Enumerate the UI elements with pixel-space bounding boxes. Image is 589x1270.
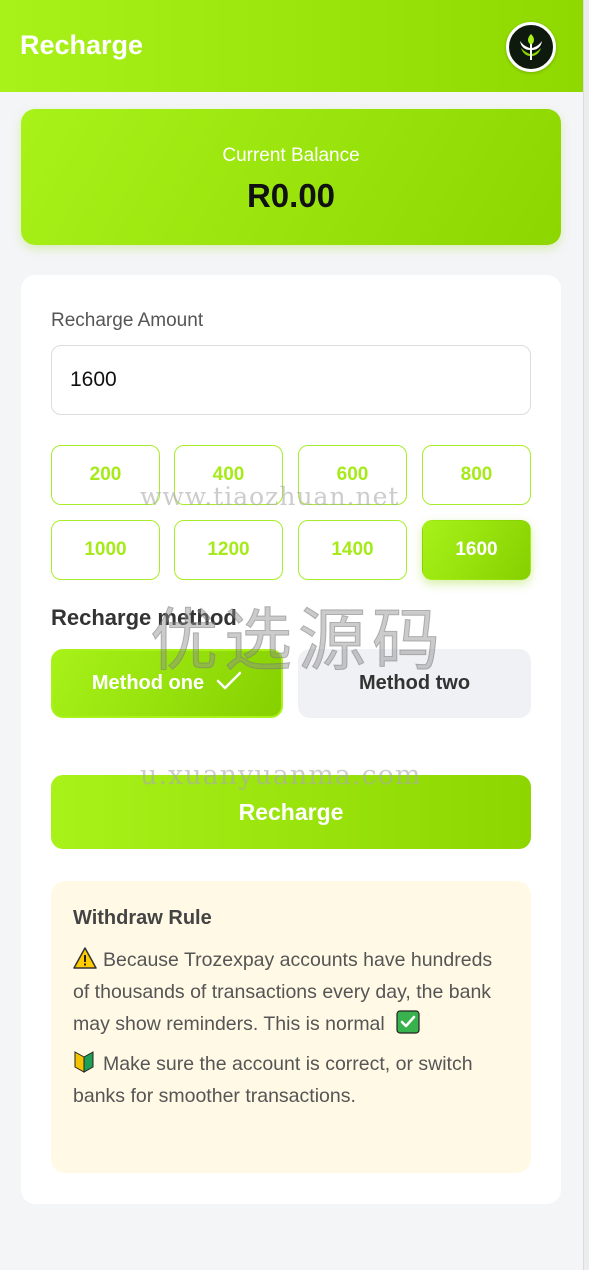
leaf-logo-icon — [506, 22, 556, 72]
method-two-button[interactable]: Method two — [298, 649, 531, 718]
app-header: Recharge — [0, 0, 583, 92]
warning-icon — [73, 946, 97, 970]
rule-line-1: Because Trozexpay accounts have hundreds… — [73, 944, 509, 1040]
checkmark-icon — [216, 671, 242, 697]
amount-option-1200[interactable]: 1200 — [174, 520, 283, 580]
withdraw-rule-box: Withdraw Rule Because Trozexpay accounts… — [51, 881, 531, 1173]
scrollbar[interactable] — [583, 0, 589, 1270]
recharge-method-label: Recharge method — [51, 605, 237, 630]
method-one-button[interactable]: Method one — [51, 649, 283, 718]
beginner-badge-icon — [73, 1050, 97, 1074]
method-one-label: Method one — [91, 672, 205, 694]
amount-option-800[interactable]: 800 — [422, 445, 531, 505]
page-title: Recharge — [20, 30, 144, 60]
rule-line-2: Make sure the account is correct, or swi… — [73, 1048, 509, 1112]
amount-option-200[interactable]: 200 — [51, 445, 160, 505]
recharge-button[interactable]: Recharge — [51, 775, 531, 849]
amount-option-400[interactable]: 400 — [174, 445, 283, 505]
recharge-form-card: Recharge Amount 200 400 600 800 1000 120… — [21, 275, 561, 1204]
recharge-amount-input[interactable] — [51, 345, 531, 415]
balance-label: Current Balance — [222, 145, 360, 166]
check-box-icon — [396, 1010, 420, 1034]
amount-option-1000[interactable]: 1000 — [51, 520, 160, 580]
balance-amount: R0.00 — [246, 177, 336, 214]
amount-option-1400[interactable]: 1400 — [298, 520, 407, 580]
rule-line-2-text: Make sure the account is correct, or swi… — [73, 1053, 473, 1107]
recharge-amount-label: Recharge Amount — [51, 310, 204, 331]
withdraw-rule-title: Withdraw Rule — [73, 907, 212, 929]
amount-option-1600[interactable]: 1600 — [422, 520, 531, 580]
rule-line-1-text: Because Trozexpay accounts have hundreds… — [73, 949, 493, 1035]
balance-card: Current Balance R0.00 — [21, 109, 561, 245]
amount-option-600[interactable]: 600 — [298, 445, 407, 505]
page: Recharge Current Balance R0.00 Recharge … — [0, 0, 583, 1270]
